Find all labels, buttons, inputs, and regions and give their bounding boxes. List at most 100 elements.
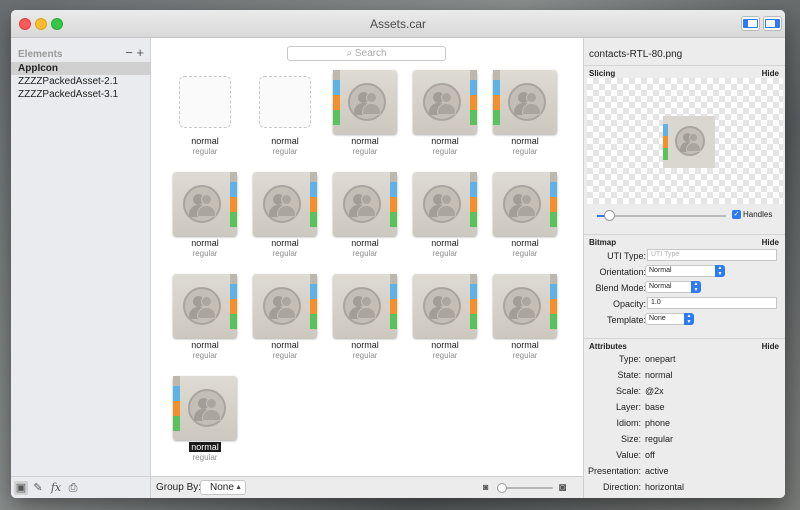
asset-cell[interactable]: normal regular	[165, 68, 245, 168]
camera-large-icon: ◙	[559, 480, 567, 494]
blend-mode-select[interactable]: Normal ▲ ▼	[645, 281, 701, 293]
title-bar[interactable]: Assets.car	[11, 10, 785, 38]
asset-cell[interactable]: normal regular	[325, 170, 405, 270]
attribute-label: Scale:	[615, 386, 641, 396]
contacts-avatar-icon	[183, 185, 221, 223]
asset-name: normal	[511, 136, 539, 146]
index-tabs	[390, 284, 397, 338]
asset-thumbnail	[333, 172, 399, 238]
blend-mode-value: Normal	[649, 283, 672, 290]
slicing-hide-button[interactable]: Hide	[762, 69, 779, 78]
asset-name: normal	[431, 136, 459, 146]
contacts-book-icon	[333, 172, 397, 236]
template-select[interactable]: None ▲ ▼	[645, 313, 694, 325]
asset-thumbnail	[173, 376, 239, 442]
attributes-hide-button[interactable]: Hide	[762, 342, 779, 351]
asset-cell[interactable]: normal regular	[405, 68, 485, 168]
slicing-preview[interactable]	[587, 78, 783, 204]
printer-icon[interactable]: ⎙	[66, 481, 80, 495]
orientation-value: Normal	[649, 267, 672, 274]
asset-cell[interactable]: normal regular	[165, 272, 245, 372]
asset-size-class: regular	[272, 249, 298, 258]
asset-thumbnail	[173, 172, 239, 238]
sidebar-add-remove-buttons[interactable]: − +	[125, 45, 144, 60]
orientation-select[interactable]: Normal ▲ ▼	[645, 265, 725, 277]
contacts-avatar-icon	[183, 287, 221, 325]
toggle-sidebar-button[interactable]	[741, 16, 760, 31]
image-icon[interactable]: ▣	[14, 481, 28, 495]
asset-name: normal	[351, 136, 379, 146]
asset-cell[interactable]: normal regular	[405, 170, 485, 270]
sidebar: Elements − + AppIcon ZZZZPackedAsset-2.1…	[11, 38, 151, 498]
asset-size-class: regular	[512, 351, 538, 360]
fx-icon[interactable]: fx	[49, 481, 63, 495]
asset-size-class: regular	[272, 147, 298, 156]
attribute-row: Idiom: phone	[584, 417, 785, 431]
zoom-slider[interactable]	[497, 483, 553, 493]
search-field[interactable]: ⌕ Search	[287, 46, 446, 61]
asset-cell[interactable]: normal regular	[485, 272, 565, 372]
asset-cell[interactable]: normal regular	[165, 374, 245, 474]
asset-name: normal	[271, 136, 299, 146]
handles-checkbox[interactable]: ✓ Handles	[732, 210, 772, 220]
attribute-value: active	[645, 466, 669, 476]
asset-cell[interactable]: normal regular	[485, 170, 565, 270]
attribute-row: Size: regular	[584, 433, 785, 447]
attribute-value: regular	[645, 434, 674, 444]
slicing-zoom-knob[interactable]	[604, 210, 615, 221]
index-tabs	[470, 80, 477, 134]
asset-cell[interactable]: normal regular	[245, 68, 325, 168]
contacts-avatar-icon	[343, 287, 381, 325]
template-label: Template:	[606, 315, 646, 325]
attribute-label: Type:	[618, 354, 641, 364]
zoom-slider-knob[interactable]	[497, 483, 507, 493]
asset-cell[interactable]: normal regular	[165, 170, 245, 270]
index-tabs	[230, 284, 237, 338]
asset-name: normal	[431, 238, 459, 248]
search-icon: ⌕	[346, 48, 353, 59]
attribute-value: base	[645, 402, 665, 412]
asset-size-class: regular	[512, 147, 538, 156]
attribute-row: Type: onepart	[584, 353, 785, 367]
orientation-row: Orientation: Normal ▲ ▼	[584, 265, 785, 280]
toggle-inspector-button[interactable]	[763, 16, 782, 31]
index-tabs	[390, 182, 397, 236]
slicing-zoom-slider[interactable]	[597, 210, 726, 221]
asset-thumbnail	[413, 274, 479, 340]
asset-cell[interactable]: normal regular	[245, 170, 325, 270]
opacity-field[interactable]: 1.0	[647, 297, 777, 309]
asset-name: normal	[511, 238, 539, 248]
asset-size-class: regular	[272, 351, 298, 360]
contacts-book-icon	[493, 70, 557, 134]
sidebar-item-packed-asset-3-1[interactable]: ZZZZPackedAsset-3.1	[11, 88, 150, 101]
empty-placeholder	[179, 76, 231, 128]
eyedropper-icon[interactable]: ✎	[31, 481, 45, 495]
template-value: None	[649, 315, 666, 322]
attribute-label: Layer:	[615, 402, 641, 412]
chevron-updown-icon: ▲▼	[691, 281, 701, 293]
chevron-updown-icon: ▲▼	[715, 265, 725, 277]
sidebar-item-packed-asset-2-1[interactable]: ZZZZPackedAsset-2.1	[11, 75, 150, 88]
bitmap-hide-button[interactable]: Hide	[762, 238, 779, 247]
asset-size-class: regular	[352, 147, 378, 156]
asset-cell[interactable]: normal regular	[405, 272, 485, 372]
asset-cell[interactable]: normal regular	[245, 272, 325, 372]
asset-cell[interactable]: normal regular	[485, 68, 565, 168]
asset-size-class: regular	[192, 351, 218, 360]
uti-type-field[interactable]: UTI Type	[647, 249, 777, 261]
element-list: AppIcon ZZZZPackedAsset-2.1 ZZZZPackedAs…	[11, 62, 150, 101]
asset-cell[interactable]: normal regular	[325, 272, 405, 372]
chevron-updown-icon: ▲▼	[235, 484, 242, 498]
asset-cell[interactable]: normal regular	[325, 68, 405, 168]
orientation-label: Orientation:	[599, 267, 646, 277]
group-by-select[interactable]: None ▲▼	[200, 480, 246, 498]
asset-thumbnail	[493, 274, 559, 340]
asset-name: normal	[271, 340, 299, 350]
contacts-book-icon	[413, 274, 477, 338]
attribute-label: Idiom:	[616, 418, 641, 428]
group-by-value: None	[210, 482, 234, 493]
sidebar-item-appicon[interactable]: AppIcon	[11, 62, 150, 75]
index-tabs	[310, 284, 317, 338]
contacts-avatar-icon	[503, 185, 541, 223]
contacts-avatar-icon	[343, 185, 381, 223]
